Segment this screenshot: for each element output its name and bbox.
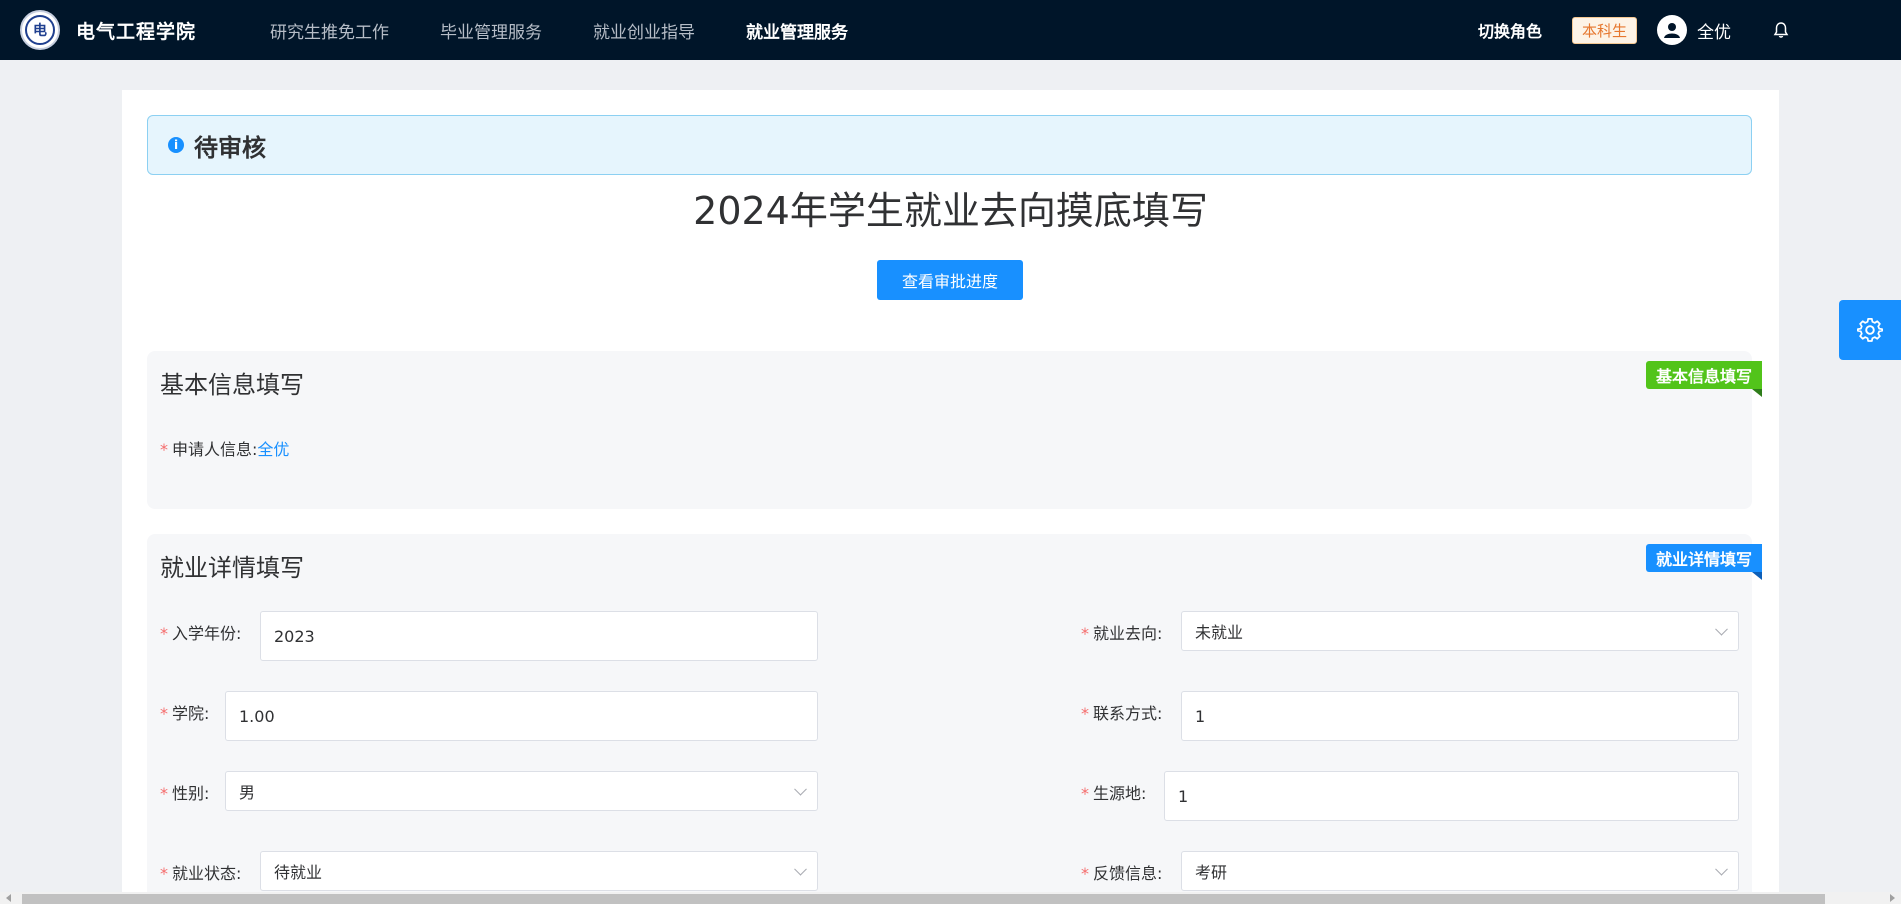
nav-item-career-guidance[interactable]: 就业创业指导 xyxy=(593,18,695,43)
employment-status-label: * 就业状态: xyxy=(160,860,241,884)
nav-item-graduation[interactable]: 毕业管理服务 xyxy=(440,18,542,43)
employment-status-select[interactable]: 待就业 xyxy=(260,851,818,891)
chevron-down-icon xyxy=(794,782,807,796)
chevron-down-icon xyxy=(1715,622,1728,636)
label-text: 学院: xyxy=(172,704,210,723)
page-title: 2024年学生就业去向摸底填写 xyxy=(693,189,1208,233)
nav-item-recommendation[interactable]: 研究生推免工作 xyxy=(270,18,389,43)
applicant-value[interactable]: 全优 xyxy=(257,440,289,459)
label-text: 就业状态: xyxy=(172,864,242,883)
school-logo: 电 xyxy=(20,10,60,50)
brand-name: 电气工程学院 xyxy=(76,20,197,43)
contact-input[interactable]: 1 xyxy=(1181,691,1739,741)
user-name[interactable]: 全优 xyxy=(1697,18,1731,43)
nav-item-employment-management[interactable]: 就业管理服务 xyxy=(746,18,848,43)
bell-icon[interactable] xyxy=(1773,21,1789,39)
destination-select[interactable]: 未就业 xyxy=(1181,611,1739,651)
college-label: * 学院: xyxy=(160,700,209,724)
applicant-field: * 申请人信息:全优 xyxy=(160,436,289,460)
view-progress-button[interactable]: 查看审批进度 xyxy=(877,260,1023,300)
gender-label: * 性别: xyxy=(160,780,209,804)
main-card: i 待审核 2024年学生就业去向摸底填写 查看审批进度 基本信息填写 基本信息… xyxy=(122,90,1779,904)
chevron-down-icon xyxy=(1715,862,1728,876)
required-mark: * xyxy=(160,864,168,883)
scroll-right-icon[interactable] xyxy=(1890,894,1895,902)
required-mark: * xyxy=(1081,784,1089,803)
alert-text: 待审核 xyxy=(194,133,266,162)
top-navbar: 电 电气工程学院 研究生推免工作 毕业管理服务 就业创业指导 就业管理服务 切换… xyxy=(0,0,1901,60)
required-mark: * xyxy=(1081,704,1089,723)
chevron-down-icon xyxy=(794,862,807,876)
gear-icon xyxy=(1857,317,1883,342)
origin-label: * 生源地: xyxy=(1081,780,1146,804)
required-mark: * xyxy=(160,624,168,643)
horizontal-scrollbar[interactable] xyxy=(0,892,1901,904)
select-value: 未就业 xyxy=(1195,623,1244,642)
section-ribbon: 基本信息填写 xyxy=(1645,361,1763,397)
section-title: 基本信息填写 xyxy=(160,371,304,399)
user-icon xyxy=(1664,23,1680,38)
section-title: 就业详情填写 xyxy=(160,554,304,582)
status-alert: i 待审核 xyxy=(147,115,1752,175)
feedback-select[interactable]: 考研 xyxy=(1181,851,1739,891)
required-mark: * xyxy=(1081,624,1089,643)
employment-detail-section: 就业详情填写 就业详情填写 * 入学年份: 2023 * 就业去向: 未就业 * 学院… xyxy=(147,534,1763,904)
enroll-year-input[interactable]: 2023 xyxy=(260,611,818,661)
settings-button[interactable] xyxy=(1839,300,1901,360)
required-mark: * xyxy=(160,704,168,723)
scroll-left-icon[interactable] xyxy=(6,894,11,902)
label-text: 性别: xyxy=(172,784,210,803)
label-text: 反馈信息: xyxy=(1093,864,1163,883)
label-text: 入学年份: xyxy=(172,624,242,643)
select-value: 待就业 xyxy=(274,863,323,882)
college-input[interactable]: 1.00 xyxy=(225,691,818,741)
avatar[interactable] xyxy=(1657,15,1687,45)
origin-input[interactable]: 1 xyxy=(1164,771,1739,821)
logo-mark: 电 xyxy=(25,15,55,45)
feedback-label: * 反馈信息: xyxy=(1081,860,1162,884)
section-ribbon: 就业详情填写 xyxy=(1645,544,1763,580)
label-text: 联系方式: xyxy=(1093,704,1163,723)
basic-info-section: 基本信息填写 基本信息填写 * 申请人信息:全优 xyxy=(147,351,1763,509)
gender-select[interactable]: 男 xyxy=(225,771,818,811)
required-mark: * xyxy=(160,784,168,803)
required-mark: * xyxy=(1081,864,1089,883)
brand[interactable]: 电 电气工程学院 xyxy=(0,10,250,50)
nav-right: 切换角色 本科生 全优 xyxy=(1478,0,1901,60)
select-value: 男 xyxy=(239,783,256,802)
info-icon: i xyxy=(168,137,184,153)
enroll-year-label: * 入学年份: xyxy=(160,620,241,644)
nav-menu: 研究生推免工作 毕业管理服务 就业创业指导 就业管理服务 xyxy=(270,18,899,43)
destination-label: * 就业去向: xyxy=(1081,620,1162,644)
select-value: 考研 xyxy=(1195,863,1228,882)
required-mark: * xyxy=(160,440,168,459)
applicant-label: 申请人信息: xyxy=(172,440,258,459)
switch-role-link[interactable]: 切换角色 xyxy=(1478,18,1542,42)
role-badge: 本科生 xyxy=(1571,16,1637,44)
contact-label: * 联系方式: xyxy=(1081,700,1162,724)
label-text: 就业去向: xyxy=(1093,624,1163,643)
label-text: 生源地: xyxy=(1093,784,1147,803)
scrollbar-thumb[interactable] xyxy=(22,894,1825,904)
